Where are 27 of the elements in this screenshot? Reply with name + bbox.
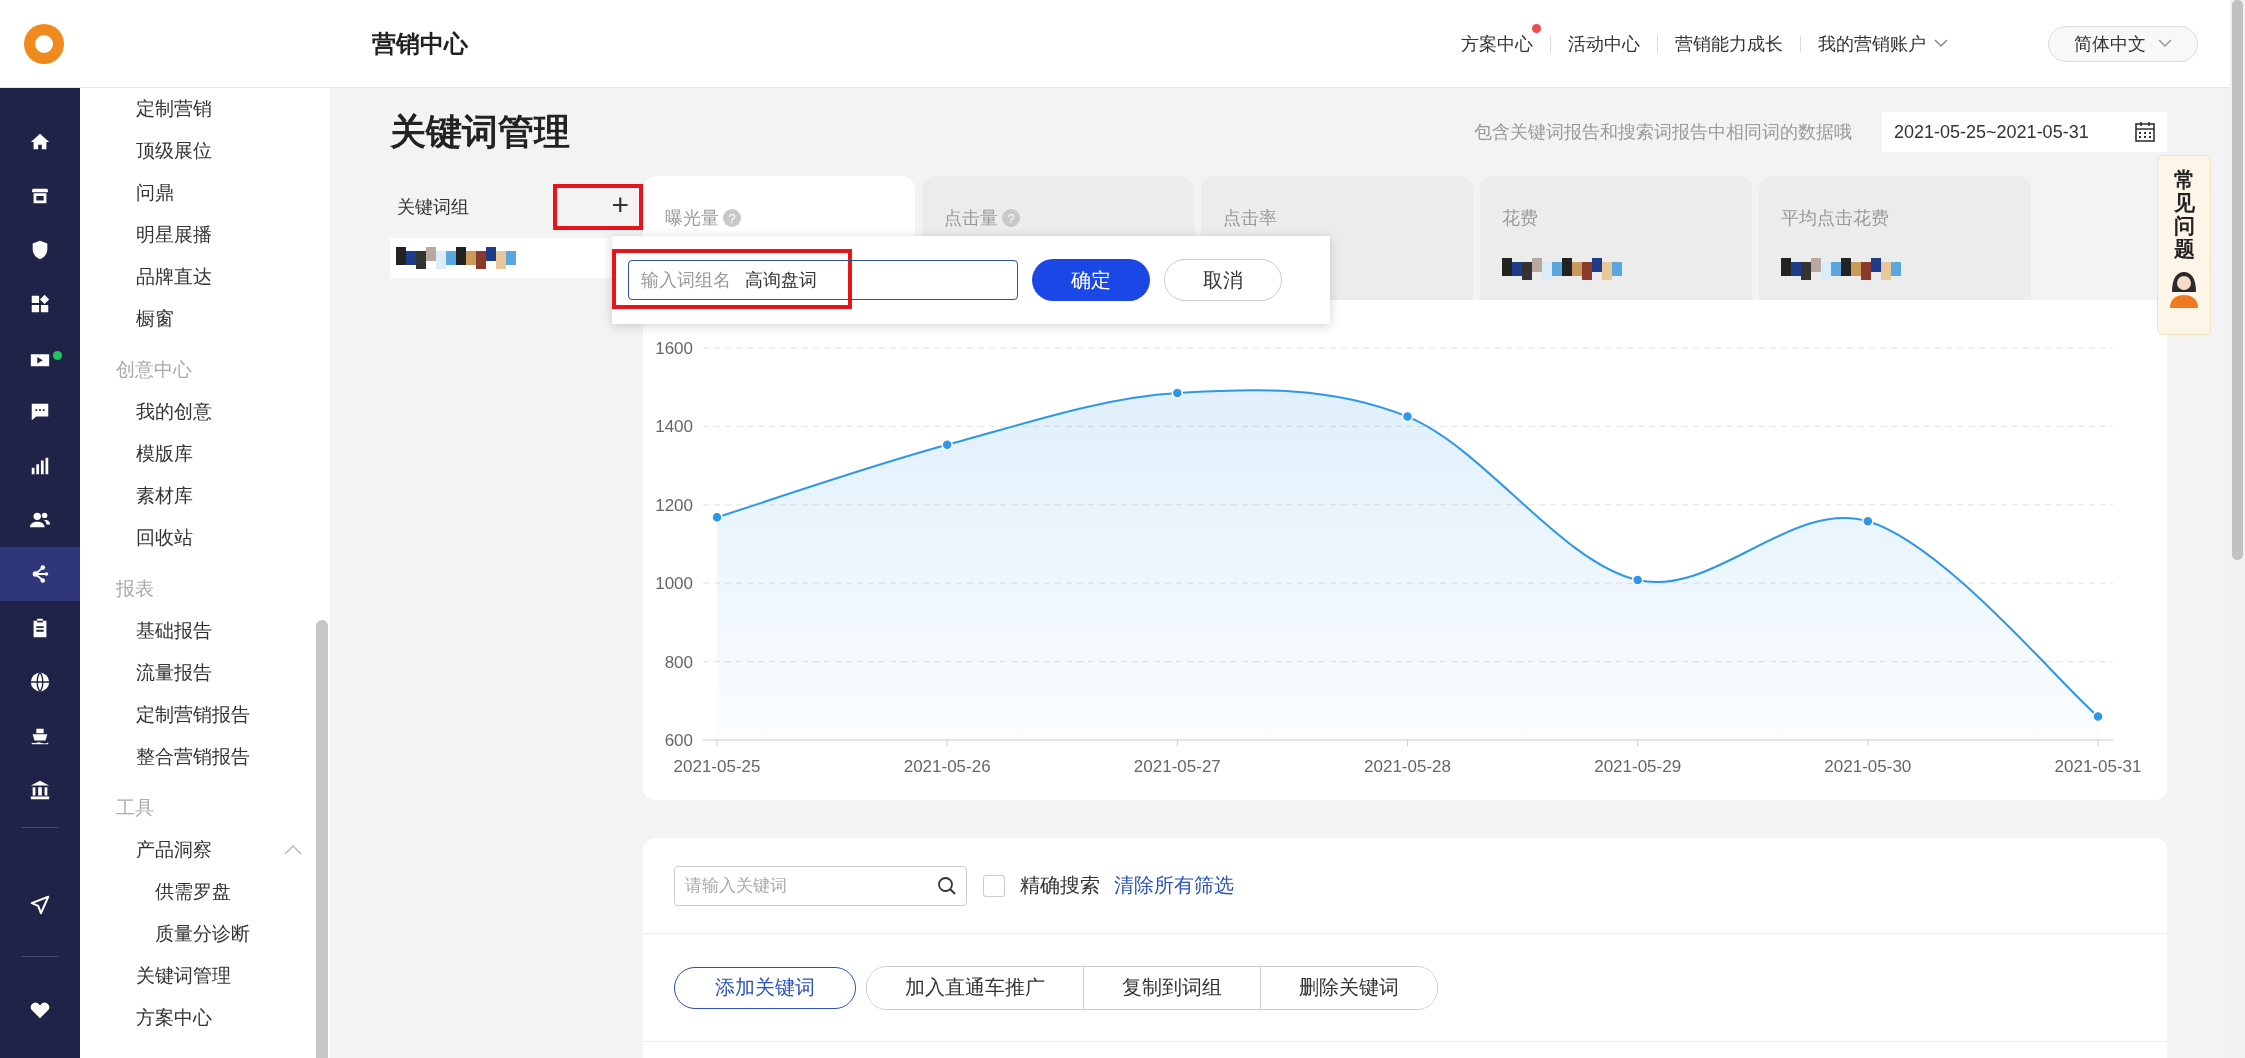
y-tick-label: 800 (664, 652, 693, 672)
nav-section-title: 创意中心 (115, 357, 193, 382)
checkbox-label: 精确搜索 (1020, 873, 1100, 898)
field-label: 输入词组名 (641, 269, 731, 292)
nav-section-title: 工具 (115, 795, 155, 820)
x-tick-label: 2021-05-25 (673, 757, 761, 776)
x-tick-label: 2021-05-27 (1133, 757, 1221, 776)
x-tick-label: 2021-05-26 (903, 757, 991, 776)
hint-text: 包含关键词报告和搜索词报告中相同词的数据哦 (1474, 121, 1852, 144)
y-tick-label: 600 (664, 731, 693, 750)
app-title: 营销中心 (372, 28, 468, 59)
y-tick-label: 1600 (655, 339, 693, 358)
x-tick-label: 2021-05-31 (2054, 757, 2142, 776)
metric-label: 花费 (1502, 207, 1538, 230)
metric-label: 点击量 (944, 207, 998, 230)
x-tick-label: 2021-05-28 (1364, 757, 1451, 776)
y-tick-label: 1400 (655, 417, 693, 437)
page-title: 关键词管理 (390, 109, 570, 154)
metric-label: 平均点击花费 (1781, 207, 1889, 230)
metric-label: 曝光量 (665, 207, 719, 230)
metric-label: 点击率 (1223, 207, 1277, 230)
x-tick-label: 2021-05-30 (1824, 757, 1912, 776)
nav-section-title: 报表 (115, 576, 155, 601)
section-label: 关键词组 (397, 196, 469, 219)
y-tick-label: 1000 (655, 574, 693, 594)
y-tick-label: 1200 (655, 495, 693, 515)
x-tick-label: 2021-05-29 (1594, 757, 1682, 776)
